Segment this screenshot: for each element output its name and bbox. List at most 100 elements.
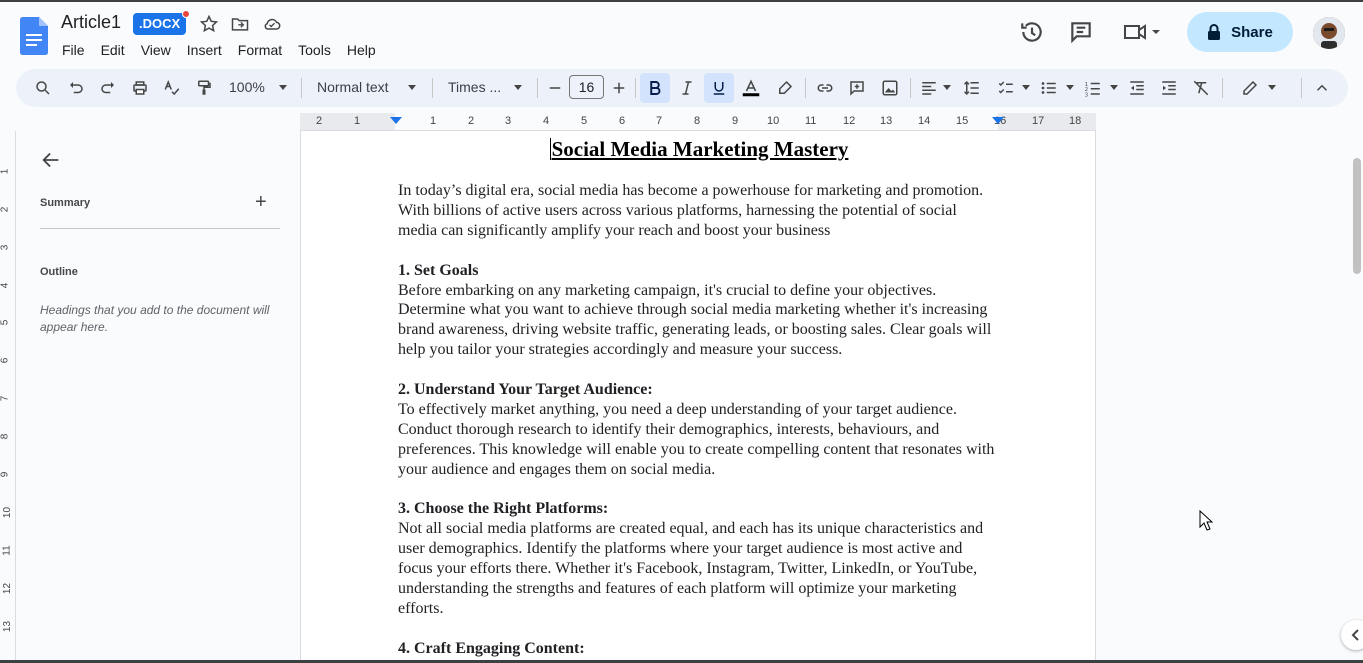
paint-format-icon[interactable]	[194, 78, 214, 98]
undo-icon[interactable]	[66, 78, 86, 98]
toolbar-divider	[537, 78, 538, 98]
insert-link-icon[interactable]	[815, 78, 835, 98]
vertical-ruler: 1 2 3 4 5 6 7 8 9 10 11 12 13	[0, 131, 16, 663]
decrease-font-size-icon[interactable]	[545, 78, 565, 98]
cloud-saved-icon[interactable]	[262, 14, 282, 34]
section-heading: 2. Understand Your Target Audience:	[398, 381, 653, 399]
vruler-tick: 9	[0, 471, 11, 478]
font-select[interactable]: Times ...	[448, 79, 501, 95]
zoom-select[interactable]: 100%	[229, 79, 265, 95]
document-heading-text: Social Media Marketing Mastery	[551, 137, 849, 161]
section-right-platforms: 3. Choose the Right Platforms: Not all s…	[398, 499, 998, 618]
panel-divider	[40, 228, 280, 229]
bulleted-list-dropdown-icon[interactable]	[1066, 85, 1074, 90]
ruler-tick: 6	[619, 115, 626, 127]
document-title[interactable]: Article1	[61, 12, 121, 33]
text-color-icon[interactable]	[741, 78, 761, 98]
ruler-tick: 15	[956, 115, 969, 127]
section-heading: 1. Set Goals	[398, 261, 479, 279]
vruler-tick: 4	[0, 282, 11, 289]
ruler-tick: 9	[732, 115, 739, 127]
close-outline-back-arrow-icon[interactable]	[40, 149, 62, 171]
docx-badge-label: .DOCX	[139, 16, 181, 31]
toolbar-divider	[301, 78, 302, 98]
side-panel-toggle[interactable]	[1341, 620, 1363, 650]
docx-format-badge[interactable]: .DOCX	[133, 10, 191, 35]
menu-view[interactable]: View	[133, 40, 179, 60]
right-indent-marker[interactable]	[992, 117, 1004, 124]
bold-icon[interactable]	[645, 78, 665, 98]
ruler-tick: 1	[430, 115, 437, 127]
menu-insert[interactable]: Insert	[179, 40, 230, 60]
ruler-tick: 13	[880, 115, 893, 127]
left-indent-marker[interactable]	[390, 117, 402, 124]
numbered-list-icon[interactable]: 123	[1083, 78, 1103, 98]
spellcheck-icon[interactable]	[162, 78, 182, 98]
section-engaging-content: 4. Craft Engaging Content:	[398, 639, 998, 659]
underline-icon[interactable]	[709, 78, 729, 98]
toolbar-divider	[805, 78, 806, 98]
checklist-dropdown-icon[interactable]	[1022, 85, 1030, 90]
vertical-scrollbar[interactable]	[1353, 158, 1361, 274]
section-text: To effectively market anything, you need…	[398, 400, 995, 478]
document-page[interactable]: Social Media Marketing Mastery In today’…	[300, 131, 1096, 663]
insert-image-icon[interactable]	[880, 78, 900, 98]
horizontal-ruler[interactable]: 2 1 1 2 3 4 5 6 7 8 9 10 11 12 13 14 15 …	[300, 113, 1096, 131]
move-to-folder-icon[interactable]	[230, 14, 250, 34]
collapse-menus-chevron-up-icon[interactable]	[1312, 78, 1332, 98]
ruler-tick: 3	[505, 115, 512, 127]
redo-icon[interactable]	[98, 78, 118, 98]
menu-file[interactable]: File	[54, 40, 93, 60]
paragraph-style-select[interactable]: Normal text	[317, 79, 389, 95]
style-dropdown-icon[interactable]	[408, 85, 416, 90]
clear-formatting-icon[interactable]	[1191, 78, 1211, 98]
document-body[interactable]: In today’s digital era, social media has…	[398, 181, 998, 663]
version-history-icon[interactable]	[1019, 19, 1045, 45]
add-comment-icon[interactable]	[847, 78, 867, 98]
checklist-icon[interactable]	[996, 78, 1016, 98]
line-spacing-icon[interactable]	[962, 78, 982, 98]
document-outline-panel: Summary + Outline Headings that you add …	[16, 131, 300, 663]
editing-mode-pencil-icon[interactable]	[1240, 78, 1260, 98]
increase-font-size-icon[interactable]	[609, 78, 629, 98]
menu-edit[interactable]: Edit	[93, 40, 133, 60]
add-summary-plus-icon[interactable]: +	[255, 192, 267, 212]
menu-help[interactable]: Help	[339, 40, 384, 60]
font-size-input[interactable]: 16	[569, 75, 604, 99]
vruler-tick: 3	[0, 244, 11, 251]
highlight-color-icon[interactable]	[775, 78, 795, 98]
vruler-tick: 6	[0, 357, 11, 364]
meet-video-icon[interactable]	[1122, 19, 1162, 45]
font-dropdown-icon[interactable]	[514, 85, 522, 90]
intro-paragraph: In today’s digital era, social media has…	[398, 182, 984, 239]
google-docs-logo-icon[interactable]	[20, 17, 48, 55]
share-button[interactable]: Share	[1187, 12, 1293, 52]
document-heading[interactable]: Social Media Marketing Mastery	[301, 137, 1095, 162]
vruler-tick: 8	[0, 433, 11, 440]
menu-tools[interactable]: Tools	[290, 40, 339, 60]
bulleted-list-icon[interactable]	[1039, 78, 1059, 98]
align-dropdown-icon[interactable]	[943, 85, 951, 90]
decrease-indent-icon[interactable]	[1127, 78, 1147, 98]
ruler-tick: 7	[656, 115, 663, 127]
section-text: Before embarking on any marketing campai…	[398, 281, 992, 359]
outline-empty-hint: Headings that you add to the document wi…	[40, 303, 270, 334]
numbered-list-dropdown-icon[interactable]	[1110, 85, 1118, 90]
italic-icon[interactable]	[677, 78, 697, 98]
star-icon[interactable]	[199, 14, 219, 34]
vruler-tick: 13	[2, 620, 14, 633]
menu-format[interactable]: Format	[230, 40, 290, 60]
comments-icon[interactable]	[1068, 19, 1094, 45]
lock-icon	[1208, 24, 1221, 40]
editing-mode-dropdown-icon[interactable]	[1268, 85, 1276, 90]
print-icon[interactable]	[130, 78, 150, 98]
ruler-tick: 10	[767, 115, 780, 127]
ruler-left-margin	[300, 113, 395, 130]
user-avatar[interactable]	[1313, 17, 1345, 49]
zoom-dropdown-icon[interactable]	[279, 85, 287, 90]
align-left-icon[interactable]	[919, 78, 939, 98]
search-menus-icon[interactable]	[33, 78, 53, 98]
section-heading: 4. Craft Engaging Content:	[398, 639, 585, 657]
toolbar-divider	[635, 78, 636, 98]
increase-indent-icon[interactable]	[1159, 78, 1179, 98]
